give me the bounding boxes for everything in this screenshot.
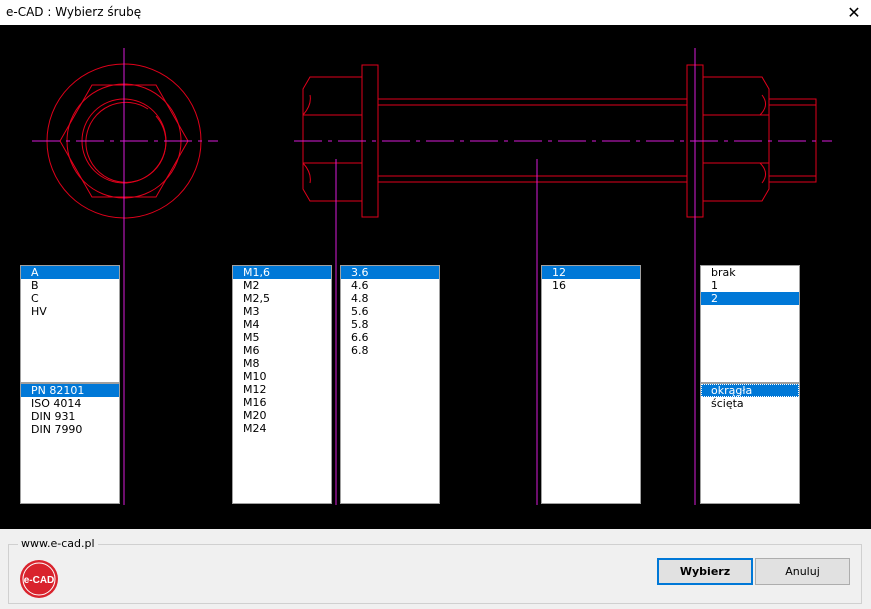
list-item[interactable]: ścięta (701, 397, 799, 410)
select-button[interactable]: Wybierz (657, 558, 753, 585)
close-icon[interactable]: ✕ (837, 0, 871, 25)
list-item[interactable]: C (21, 292, 119, 305)
list-item[interactable]: 12 (542, 266, 640, 279)
length-list[interactable]: 12 16 (541, 265, 641, 504)
bolt-type-list[interactable]: A B C HV (20, 265, 120, 383)
list-item[interactable]: M6 (233, 344, 331, 357)
ecad-logo-icon: e-CAD (20, 560, 58, 598)
list-item[interactable]: M2 (233, 279, 331, 292)
list-item[interactable]: M12 (233, 383, 331, 396)
list-item[interactable]: 5.6 (341, 305, 439, 318)
nut-count-list[interactable]: brak 1 2 (700, 265, 800, 383)
list-item[interactable]: ISO 4014 (21, 397, 119, 410)
list-item[interactable]: 2 (701, 292, 799, 305)
bolt-head-facets (302, 94, 362, 184)
list-item[interactable]: DIN 931 (21, 410, 119, 423)
list-item[interactable]: M20 (233, 409, 331, 422)
window-title: e-CAD : Wybierz śrubę (6, 5, 142, 19)
logo-text: e-CAD (24, 575, 55, 586)
list-item[interactable]: M5 (233, 331, 331, 344)
cancel-button[interactable]: Anuluj (755, 558, 850, 585)
bolt-head-side (302, 76, 363, 202)
nut-side (702, 76, 770, 202)
list-item[interactable]: 6.6 (341, 331, 439, 344)
list-item[interactable]: okrągła (701, 384, 799, 397)
list-item[interactable]: M4 (233, 318, 331, 331)
thread-size-list[interactable]: M1,6 M2 M2,5 M3 M4 M5 M6 M8 M10 M12 M16 M20 M24 (232, 265, 332, 504)
thread-arc (85, 101, 167, 183)
list-item[interactable]: A (21, 266, 119, 279)
list-item[interactable]: M1,6 (233, 266, 331, 279)
list-item[interactable]: brak (701, 266, 799, 279)
list-item[interactable]: 5.8 (341, 318, 439, 331)
list-item[interactable]: DIN 7990 (21, 423, 119, 436)
list-item[interactable]: 3.6 (341, 266, 439, 279)
list-item[interactable]: B (21, 279, 119, 292)
list-item[interactable]: 1 (701, 279, 799, 292)
list-item[interactable]: 4.8 (341, 292, 439, 305)
list-item[interactable]: M10 (233, 370, 331, 383)
strength-grade-list[interactable]: 3.6 4.6 4.8 5.6 5.8 6.6 6.8 (340, 265, 440, 504)
list-item[interactable]: PN 82101 (21, 384, 119, 397)
footer-panel: www.e-cad.pl e-CAD Wybierz Anuluj (0, 529, 871, 609)
list-item[interactable]: M2,5 (233, 292, 331, 305)
standard-list[interactable]: PN 82101 ISO 4014 DIN 931 DIN 7990 (20, 383, 120, 504)
list-item[interactable]: 4.6 (341, 279, 439, 292)
list-item[interactable]: 6.8 (341, 344, 439, 357)
list-item[interactable]: M8 (233, 357, 331, 370)
list-item[interactable]: M16 (233, 396, 331, 409)
washer-type-list[interactable]: okrągła ścięta (700, 383, 800, 504)
nut-facets (703, 94, 769, 184)
website-label: www.e-cad.pl (18, 537, 98, 550)
list-item[interactable]: 16 (542, 279, 640, 292)
title-bar: e-CAD : Wybierz śrubę ✕ (0, 0, 871, 25)
list-item[interactable]: HV (21, 305, 119, 318)
list-item[interactable]: M3 (233, 305, 331, 318)
list-item[interactable]: M24 (233, 422, 331, 435)
preview-canvas: A B C HV PN 82101 ISO 4014 DIN 931 DIN 7990 M1… (0, 25, 871, 529)
